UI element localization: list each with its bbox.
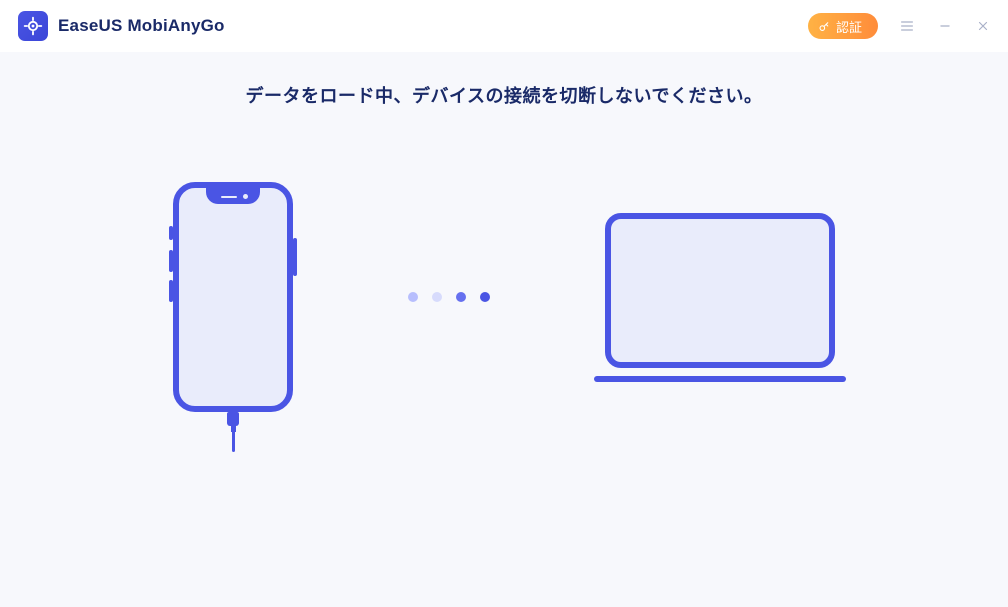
- laptop-illustration: [590, 213, 850, 382]
- close-icon: [976, 19, 990, 33]
- smartphone-illustration: [158, 182, 308, 412]
- phone-side-button-icon: [169, 226, 173, 240]
- app-logo-icon: [18, 11, 48, 41]
- app-branding: EaseUS MobiAnyGo: [18, 11, 225, 41]
- minimize-button[interactable]: [934, 15, 956, 37]
- phone-side-button-icon: [169, 250, 173, 272]
- connection-illustration: [0, 182, 1008, 412]
- key-icon: [818, 20, 831, 33]
- certification-button[interactable]: 認証: [808, 13, 878, 39]
- titlebar: EaseUS MobiAnyGo 認証: [0, 0, 1008, 52]
- window-controls: [896, 15, 994, 37]
- smartphone-icon: [173, 182, 293, 412]
- phone-power-button-icon: [293, 238, 297, 276]
- loading-dots-icon: [408, 292, 490, 302]
- loading-dot: [432, 292, 442, 302]
- main-content: データをロード中、デバイスの接続を切断しないでください。: [0, 52, 1008, 607]
- phone-camera-icon: [243, 194, 248, 199]
- phone-speaker-icon: [221, 196, 237, 199]
- loading-dot: [480, 292, 490, 302]
- laptop-icon: [605, 213, 835, 368]
- loading-dot: [408, 292, 418, 302]
- loading-dot: [456, 292, 466, 302]
- loading-status-message: データをロード中、デバイスの接続を切断しないでください。: [0, 82, 1008, 108]
- hamburger-icon: [899, 18, 915, 34]
- minimize-icon: [938, 19, 952, 33]
- menu-button[interactable]: [896, 15, 918, 37]
- phone-side-button-icon: [169, 280, 173, 302]
- close-button[interactable]: [972, 15, 994, 37]
- certification-label: 認証: [836, 17, 862, 36]
- cable-icon: [227, 412, 239, 452]
- titlebar-right: 認証: [808, 13, 994, 39]
- laptop-base-icon: [594, 376, 846, 382]
- app-title: EaseUS MobiAnyGo: [58, 16, 225, 36]
